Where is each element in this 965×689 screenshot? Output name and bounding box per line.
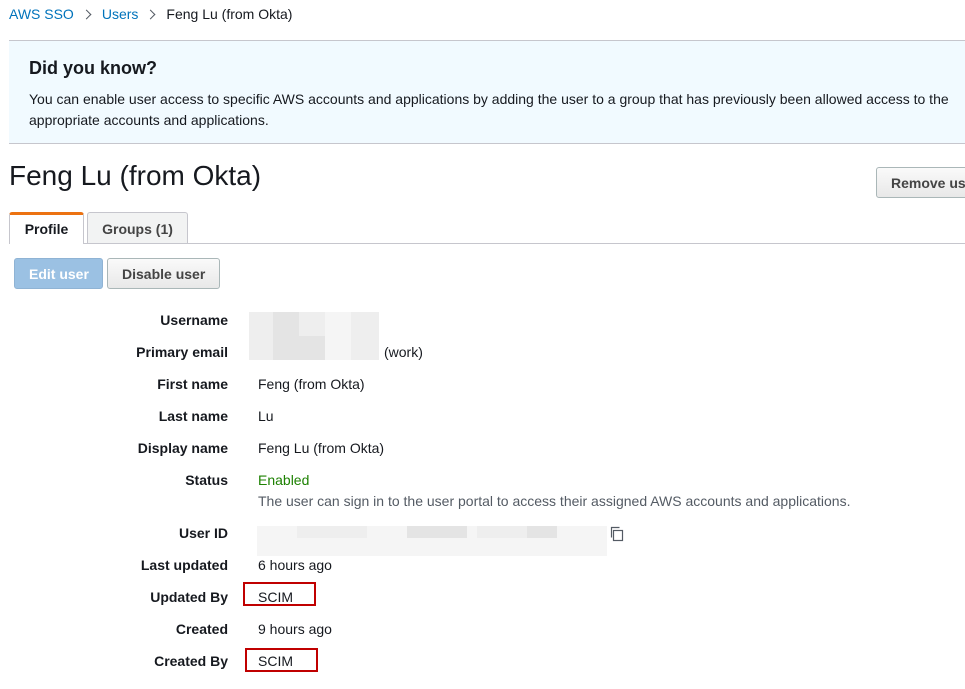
last-updated-value: 6 hours ago — [258, 557, 332, 573]
tab-bar: Profile Groups (1) — [9, 212, 965, 244]
last-name-label: Last name — [158, 408, 228, 424]
detail-first-name: First name Feng (from Okta) — [0, 376, 965, 398]
display-name-label: Display name — [137, 440, 228, 456]
breadcrumb-current: Feng Lu (from Okta) — [166, 6, 293, 22]
detail-username: Username — [0, 312, 965, 334]
detail-created-by: Created By SCIM — [0, 653, 965, 675]
first-name-label: First name — [157, 376, 228, 392]
chevron-right-icon — [145, 9, 156, 20]
remove-user-button[interactable]: Remove us — [876, 167, 965, 198]
status-badge: Enabled — [258, 472, 310, 488]
did-you-know-panel: Did you know? You can enable user access… — [9, 40, 965, 144]
detail-status: Status Enabled — [0, 472, 965, 494]
edit-user-button[interactable]: Edit user — [14, 258, 103, 289]
created-by-highlight — [245, 648, 318, 672]
primary-email-type: (work) — [384, 344, 423, 360]
created-label: Created — [175, 621, 228, 637]
user-id-label: User ID — [178, 525, 228, 541]
detail-created: Created 9 hours ago — [0, 621, 965, 643]
breadcrumb: AWS SSO Users Feng Lu (from Okta) — [9, 6, 292, 22]
info-text: You can enable user access to specific A… — [29, 91, 949, 128]
updated-by-highlight — [243, 582, 316, 606]
tab-profile[interactable]: Profile — [9, 212, 84, 244]
username-label: Username — [160, 312, 228, 328]
updated-by-label: Updated By — [150, 589, 228, 605]
detail-display-name: Display name Feng Lu (from Okta) — [0, 440, 965, 462]
breadcrumb-users-link[interactable]: Users — [102, 6, 139, 22]
info-title: Did you know? — [29, 58, 157, 78]
chevron-right-icon — [81, 9, 92, 20]
created-by-label: Created By — [154, 653, 228, 669]
detail-primary-email: Primary email (work) — [0, 344, 965, 366]
copy-icon[interactable] — [609, 526, 625, 542]
status-label: Status — [185, 472, 228, 488]
detail-last-updated: Last updated 6 hours ago — [0, 557, 965, 579]
breadcrumb-aws-sso-link[interactable]: AWS SSO — [9, 6, 74, 22]
created-value: 9 hours ago — [258, 621, 332, 637]
display-name-value: Feng Lu (from Okta) — [258, 440, 385, 456]
status-description: The user can sign in to the user portal … — [258, 493, 851, 509]
redacted-user-id — [257, 526, 607, 556]
detail-updated-by: Updated By SCIM — [0, 589, 965, 611]
last-updated-label: Last updated — [140, 557, 228, 573]
first-name-value: Feng (from Okta) — [258, 376, 365, 392]
page-title: Feng Lu (from Okta) — [9, 160, 262, 191]
last-name-value: Lu — [258, 408, 274, 424]
disable-user-button[interactable]: Disable user — [107, 258, 220, 289]
detail-last-name: Last name Lu — [0, 408, 965, 430]
tab-groups[interactable]: Groups (1) — [87, 212, 188, 243]
primary-email-label: Primary email — [136, 344, 228, 360]
